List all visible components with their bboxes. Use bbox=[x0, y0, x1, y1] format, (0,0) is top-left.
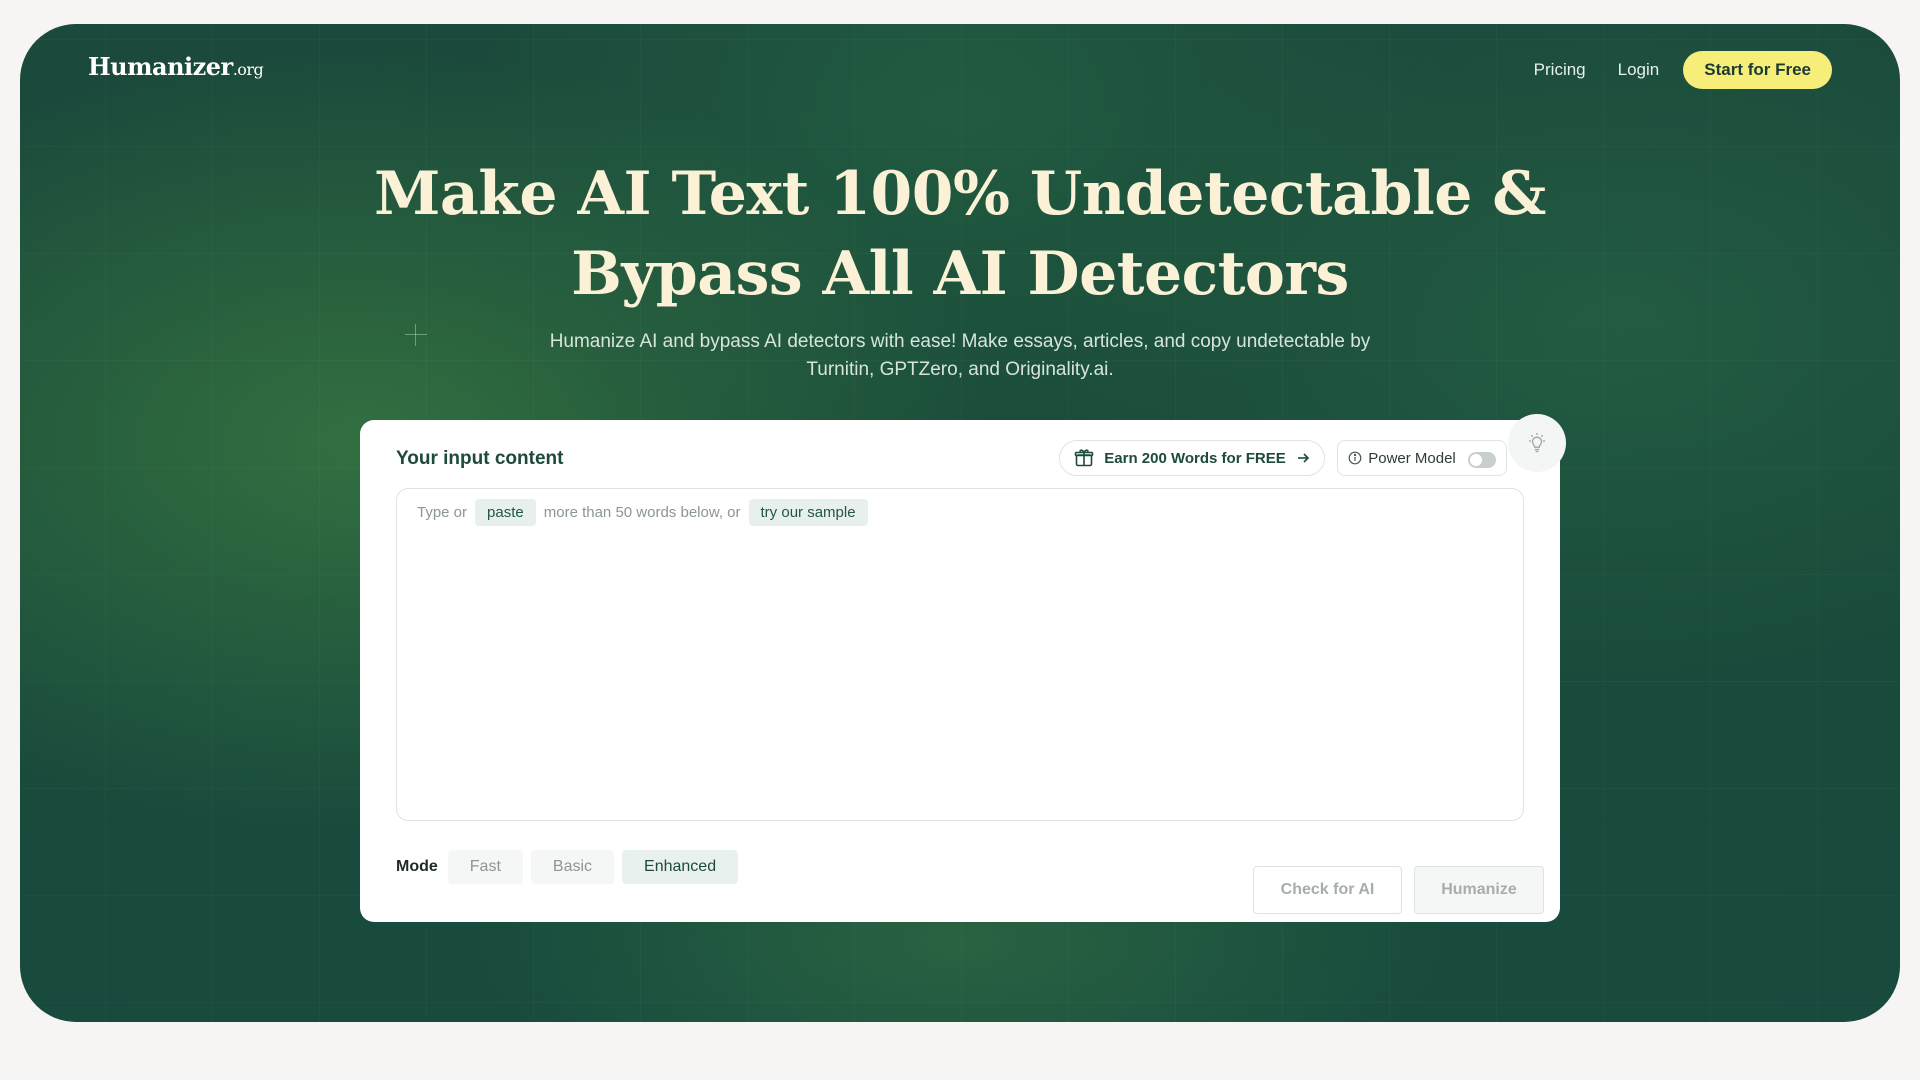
tips-button[interactable] bbox=[1508, 414, 1566, 472]
hero-subtitle-line-2: Turnitin, GPTZero, and Originality.ai. bbox=[806, 359, 1114, 380]
mode-label: Mode bbox=[396, 858, 438, 875]
hero-title-line-2: Bypass All AI Detectors bbox=[571, 239, 1349, 309]
input-hint: Type or paste more than 50 words below, … bbox=[417, 499, 868, 526]
mode-option-enhanced[interactable]: Enhanced bbox=[622, 850, 739, 884]
logo-tld: .org bbox=[232, 60, 264, 79]
earn-words-label: Earn 200 Words for FREE bbox=[1104, 449, 1286, 467]
info-icon bbox=[1348, 451, 1362, 465]
hint-middle: more than 50 words below, or bbox=[543, 504, 741, 521]
input-card-title: Your input content bbox=[396, 448, 564, 469]
arrow-right-icon bbox=[1297, 453, 1309, 463]
humanize-button[interactable]: Humanize bbox=[1414, 866, 1544, 914]
try-sample-button[interactable]: try our sample bbox=[748, 499, 868, 526]
gift-icon bbox=[1074, 449, 1094, 467]
hero-title-line-1: Make AI Text 100% Undetectable & bbox=[374, 159, 1546, 229]
hero-subtitle-line-1: Humanize AI and bypass AI detectors with… bbox=[549, 331, 1371, 352]
input-text-area[interactable]: Type or paste more than 50 words below, … bbox=[396, 488, 1524, 821]
paste-button[interactable]: paste bbox=[475, 499, 536, 526]
nav-pricing-link[interactable]: Pricing bbox=[1534, 60, 1586, 80]
check-for-ai-button[interactable]: Check for AI bbox=[1253, 866, 1402, 914]
hero-subtitle: Humanize AI and bypass AI detectors with… bbox=[20, 328, 1900, 384]
power-model-control[interactable]: Power Model bbox=[1337, 440, 1507, 476]
logo[interactable]: Humanizer.org bbox=[88, 52, 264, 81]
earn-words-button[interactable]: Earn 200 Words for FREE bbox=[1059, 440, 1325, 476]
hero-title: Make AI Text 100% Undetectable & Bypass … bbox=[20, 154, 1900, 314]
mode-option-basic[interactable]: Basic bbox=[530, 850, 615, 884]
power-model-toggle[interactable] bbox=[1467, 451, 1496, 468]
mode-option-fast[interactable]: Fast bbox=[447, 850, 523, 884]
input-card: Your input content Earn 200 Words for FR… bbox=[360, 414, 1566, 922]
top-nav: Pricing Login Start for Free bbox=[1534, 51, 1832, 89]
lightbulb-icon bbox=[1529, 433, 1545, 453]
hero-section: Humanizer.org Pricing Login Start for Fr… bbox=[20, 24, 1900, 1022]
power-model-label: Power Model bbox=[1368, 449, 1456, 467]
nav-login-link[interactable]: Login bbox=[1618, 60, 1660, 80]
hint-prefix: Type or bbox=[417, 504, 468, 521]
start-for-free-button[interactable]: Start for Free bbox=[1683, 51, 1832, 89]
logo-name: Humanizer bbox=[88, 52, 233, 81]
mode-selector: Mode Fast Basic Enhanced bbox=[396, 850, 739, 884]
